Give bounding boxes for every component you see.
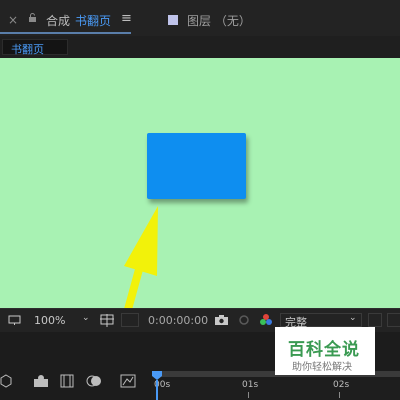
ruler-tick bbox=[339, 392, 340, 398]
ruler-label-2: 02s bbox=[333, 380, 350, 390]
grid-guides-icon[interactable] bbox=[100, 314, 114, 327]
monitor-icon[interactable] bbox=[8, 315, 22, 326]
region-of-interest-button[interactable] bbox=[121, 313, 139, 327]
show-snapshot-icon[interactable] bbox=[237, 314, 251, 326]
transparency-grid-button[interactable] bbox=[387, 313, 400, 327]
time-ruler[interactable]: 00s 01s 02s bbox=[151, 380, 400, 400]
color-channels-icon[interactable] bbox=[259, 313, 273, 327]
playhead-icon[interactable] bbox=[150, 370, 166, 400]
ruler-label-1: 01s bbox=[242, 380, 259, 390]
watermark-title: 百科全说 bbox=[288, 340, 360, 360]
zoom-dropdown[interactable]: 100% bbox=[34, 314, 65, 327]
ruler-tick bbox=[248, 392, 249, 398]
resolution-chevron-down-icon: ⌄ bbox=[349, 313, 357, 323]
camera-snapshot-icon[interactable] bbox=[214, 314, 229, 326]
fast-previews-button[interactable] bbox=[368, 313, 382, 327]
resolution-dropdown[interactable]: 完整 ⌄ bbox=[280, 313, 362, 329]
current-time-display[interactable]: 0:00:00:00 bbox=[148, 314, 208, 327]
motion-blur-icon[interactable] bbox=[86, 374, 102, 388]
zoom-chevron-down-icon[interactable]: ⌄ bbox=[82, 313, 90, 323]
frame-blending-icon[interactable] bbox=[60, 374, 74, 388]
shy-layers-icon[interactable] bbox=[33, 374, 49, 388]
watermark-logo: 百科全说 助你轻松解决 bbox=[275, 327, 375, 375]
solo-cube-icon[interactable] bbox=[0, 374, 12, 388]
watermark-subtitle: 助你轻松解决 bbox=[292, 362, 352, 373]
graph-editor-icon[interactable] bbox=[120, 374, 136, 388]
